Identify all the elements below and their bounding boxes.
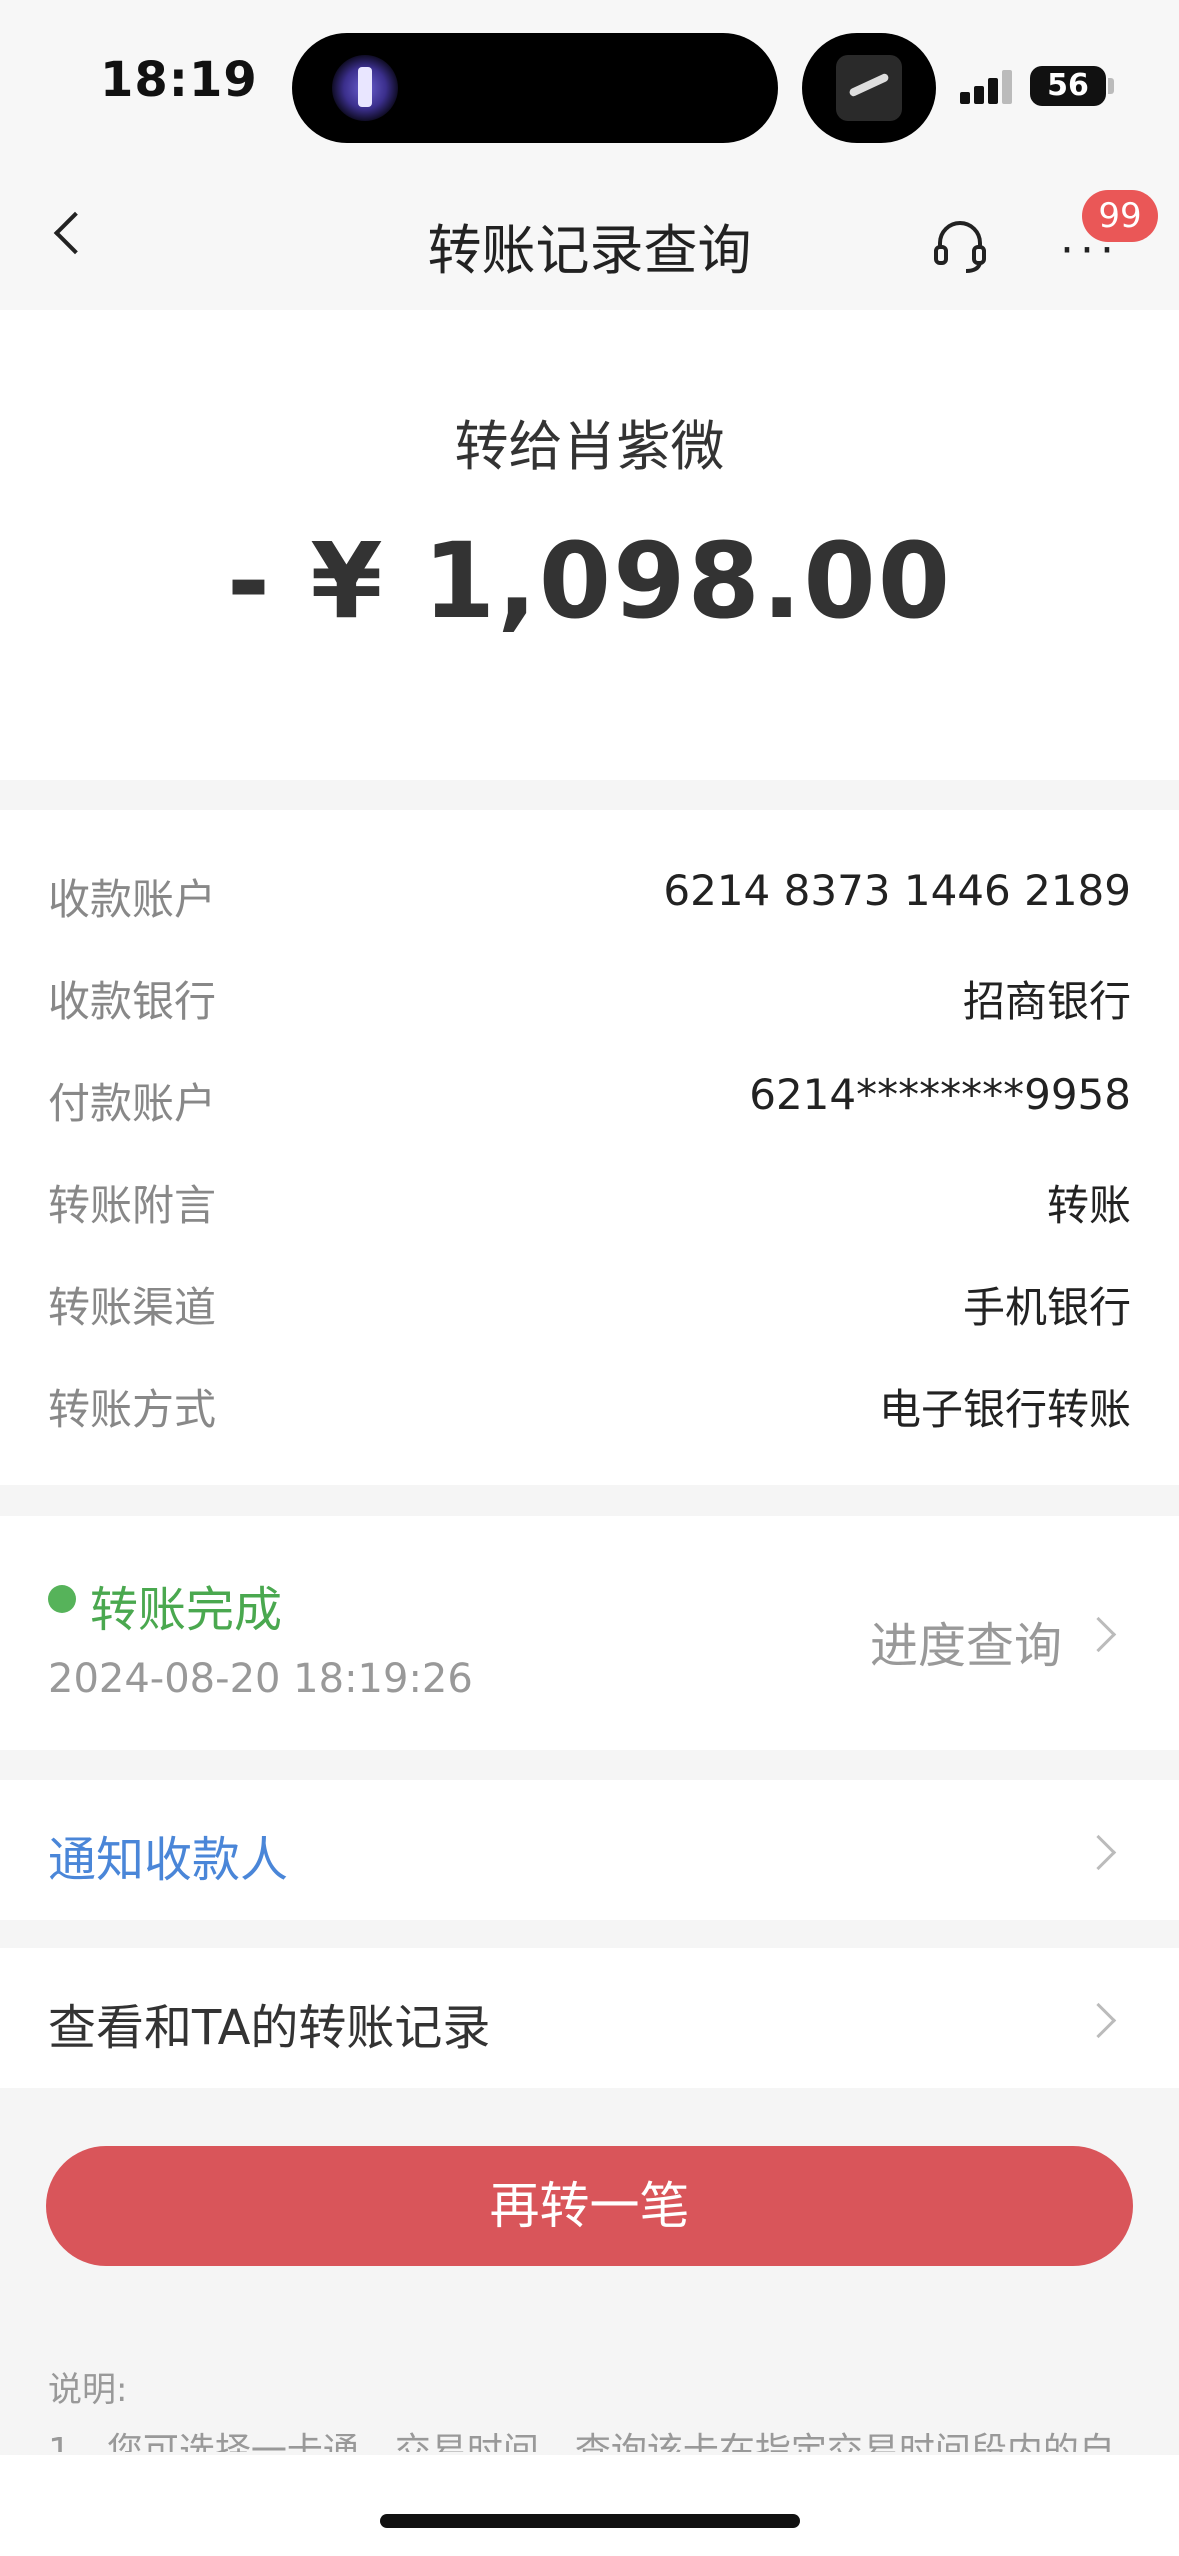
- home-area: [0, 2455, 1179, 2556]
- detail-label: 收款账户: [48, 875, 217, 924]
- battery-icon: 56: [1030, 66, 1106, 106]
- notify-payee-label[interactable]: 通知收款人: [48, 1820, 288, 1890]
- detail-value: 招商银行: [962, 977, 1131, 1026]
- detail-label: 收款银行: [48, 977, 217, 1026]
- now-playing-icon: [836, 55, 902, 121]
- status-dot: [48, 1585, 76, 1613]
- detail-value: 6214 8373 1446 2189: [663, 866, 1131, 915]
- detail-label: 转账方式: [48, 1385, 217, 1434]
- progress-query-link[interactable]: 进度查询: [870, 1606, 1062, 1676]
- status-time: 18:19: [100, 52, 258, 108]
- transfer-again-button[interactable]: 再转一笔: [46, 2146, 1133, 2266]
- detail-label: 转账附言: [48, 1181, 217, 1230]
- note-line: 1、您可选择一卡通、交易时间，查询该卡在指定交易时间段内的自: [48, 2431, 1115, 2452]
- payee-name: 转给肖紫微: [454, 415, 725, 478]
- now-playing-pill: [802, 33, 936, 143]
- dynamic-island: [292, 33, 778, 143]
- battery-tip: [1108, 78, 1114, 94]
- notification-badge: 99: [1082, 190, 1158, 242]
- cellular-signal-icon: [960, 68, 1020, 104]
- detail-value: 电子银行转账: [878, 1385, 1131, 1434]
- history-label[interactable]: 查看和TA的转账记录: [48, 1988, 490, 2058]
- detail-value: 转账: [1046, 1181, 1131, 1230]
- flashlight-icon: [332, 55, 398, 121]
- transfer-time: 2024-08-20 18:19:26: [48, 1656, 473, 1702]
- detail-value: 手机银行: [962, 1283, 1131, 1332]
- note-title: 说明:: [48, 2370, 128, 2410]
- detail-value: 6214********9958: [749, 1070, 1131, 1119]
- page-title: 转账记录查询: [427, 219, 752, 282]
- transfer-amount: - ¥ 1,098.00: [226, 520, 953, 642]
- detail-label: 付款账户: [48, 1079, 217, 1128]
- home-indicator[interactable]: [380, 2514, 800, 2528]
- transfer-status: 转账完成: [90, 1582, 283, 1638]
- headset-icon[interactable]: [930, 215, 990, 275]
- detail-label: 转账渠道: [48, 1283, 217, 1332]
